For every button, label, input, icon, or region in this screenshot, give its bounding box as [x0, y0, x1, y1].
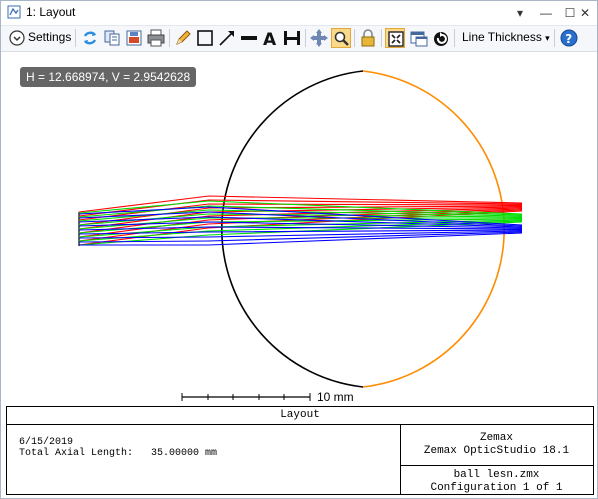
- pan-icon[interactable]: [309, 28, 329, 48]
- file-name: ball lesn.zmx: [453, 469, 540, 481]
- brand-block: Zemax Zemax OpticStudio 18.1: [400, 432, 593, 458]
- scale-label: 10 mm: [317, 390, 354, 404]
- ray-bundle: [78, 195, 523, 246]
- window-menu-button[interactable]: ▾: [509, 3, 531, 23]
- pencil-icon[interactable]: [173, 28, 193, 48]
- settings-chevron-icon[interactable]: [7, 28, 27, 48]
- chevron-down-icon: ▾: [545, 33, 550, 43]
- product-version: Zemax OpticStudio 18.1: [423, 445, 570, 457]
- settings-button[interactable]: Settings: [28, 30, 71, 44]
- toolbar-separator: [554, 29, 555, 47]
- minimize-button[interactable]: —: [535, 3, 557, 23]
- title-bar: 1: Layout ▾ — ☐ ✕: [1, 1, 597, 26]
- configuration-text: Configuration 1 of 1: [430, 482, 563, 494]
- line-thickness-label: Line Thickness: [462, 30, 542, 44]
- app-icon: [7, 5, 21, 19]
- zoom-icon[interactable]: [331, 28, 351, 48]
- toolbar-separator: [75, 29, 76, 47]
- toolbar: Settings A Line Thickness ▾ ?: [1, 26, 597, 52]
- text-icon[interactable]: A: [260, 28, 280, 48]
- line-icon[interactable]: [239, 28, 259, 48]
- svg-text:?: ?: [565, 32, 572, 46]
- info-box-divider: [400, 465, 593, 466]
- export-icon[interactable]: [124, 28, 144, 48]
- scale-bar: [181, 393, 311, 401]
- refresh-icon[interactable]: [80, 28, 100, 48]
- window-title: 1: Layout: [26, 5, 76, 19]
- toolbar-separator: [169, 29, 170, 47]
- rotate-icon[interactable]: [431, 28, 451, 48]
- info-box-title: Layout: [7, 407, 593, 425]
- layout-plot[interactable]: 10 mm: [7, 55, 594, 405]
- copy-icon[interactable]: [102, 28, 122, 48]
- lock-icon[interactable]: [358, 28, 378, 48]
- brand-name: Zemax: [479, 432, 513, 444]
- file-block: ball lesn.zmx Configuration 1 of 1: [400, 469, 593, 495]
- toolbar-separator: [454, 29, 455, 47]
- help-icon[interactable]: ?: [559, 28, 579, 48]
- axial-length-text: Total Axial Length: 35.00000 mm: [19, 448, 218, 459]
- toolbar-separator: [381, 29, 382, 47]
- date-text: 6/15/2019: [19, 437, 74, 448]
- info-box: Layout 6/15/2019 Total Axial Length: 35.…: [6, 406, 594, 495]
- arrow-icon[interactable]: [217, 28, 237, 48]
- coordinate-readout: H = 12.668974, V = 2.9542628: [20, 67, 197, 87]
- toolbar-separator: [354, 29, 355, 47]
- layout-window: 1: Layout ▾ — ☐ ✕ Settings A Line Thickn…: [0, 0, 598, 499]
- rectangle-icon[interactable]: [195, 28, 215, 48]
- svg-text:A: A: [263, 30, 277, 48]
- close-button[interactable]: ✕: [574, 3, 596, 23]
- print-icon[interactable]: [146, 28, 166, 48]
- line-thickness-dropdown[interactable]: Line Thickness ▾: [462, 30, 550, 44]
- toolbar-separator: [305, 29, 306, 47]
- info-box-details: 6/15/2019 Total Axial Length: 35.00000 m…: [19, 437, 217, 459]
- fit-icon[interactable]: [385, 28, 405, 48]
- window-icon[interactable]: [409, 28, 429, 48]
- dimension-icon[interactable]: [282, 28, 302, 48]
